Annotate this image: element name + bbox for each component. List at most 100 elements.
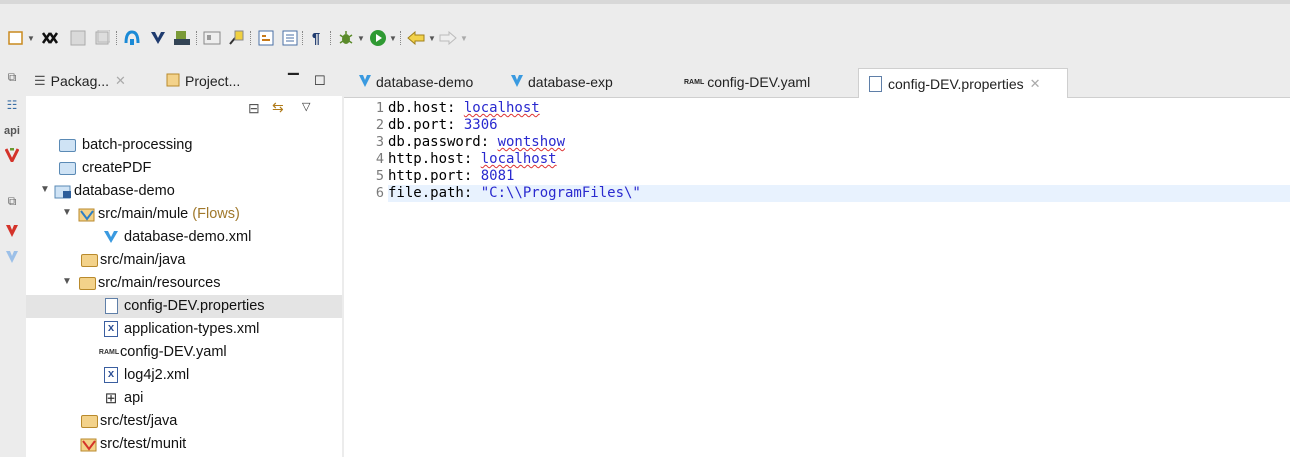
pilcrow-icon[interactable]: ¶: [306, 28, 326, 48]
tree-item-label: src/test/java: [100, 413, 178, 429]
code-text-area[interactable]: db.host: localhost db.port: 3306 db.pass…: [388, 98, 1290, 457]
code-line[interactable]: http.port: 8081: [388, 168, 1290, 185]
mule-blue-icon[interactable]: [3, 248, 21, 266]
debug-icon[interactable]: [336, 28, 356, 48]
code-line-current[interactable]: file.path: "C:\\ProgramFiles\": [388, 185, 1290, 202]
tree-item-label: config-DEV.yaml: [120, 344, 227, 360]
open-type-icon[interactable]: [226, 28, 246, 48]
tab-config-dev-properties[interactable]: config-DEV.properties ✕: [858, 68, 1068, 98]
folder-icon: [58, 160, 76, 176]
close-icon[interactable]: ✕: [1030, 76, 1041, 92]
tree-item[interactable]: ⊞ api: [26, 387, 342, 410]
minimize-icon[interactable]: ▔: [288, 68, 299, 94]
tree-item[interactable]: ▼ src/main/resources: [26, 272, 342, 295]
outline-icon[interactable]: [280, 28, 300, 48]
expand-triangle-icon[interactable]: ▼: [40, 184, 50, 195]
mule-palette-icon[interactable]: [3, 146, 21, 164]
tree-item-label: src/main/mule (Flows): [98, 206, 240, 222]
back-dropdown-caret[interactable]: ▼: [428, 34, 436, 43]
tree-item[interactable]: ▼ database-demo: [26, 180, 342, 203]
mule-red-icon[interactable]: [3, 222, 21, 240]
code-line[interactable]: db.port: 3306: [388, 117, 1290, 134]
tree-item-selected[interactable]: config-DEV.properties: [26, 295, 342, 318]
tree-item[interactable]: x application-types.xml: [26, 318, 342, 341]
tree-item[interactable]: RAML config-DEV.yaml: [26, 341, 342, 364]
collapse-all-icon[interactable]: ⊟: [248, 100, 260, 117]
properties-icon: [869, 75, 882, 93]
back-icon[interactable]: [406, 28, 426, 48]
tree-item-label: createPDF: [82, 160, 152, 176]
toolbar-separator: [250, 31, 251, 45]
project-icon: [54, 183, 72, 199]
hierarchy-icon[interactable]: ☷: [3, 96, 21, 114]
tree-item[interactable]: database-demo.xml: [26, 226, 342, 249]
property-value: 8081: [480, 168, 515, 184]
xml-file-icon: x: [102, 367, 120, 383]
tab-config-dev-yaml[interactable]: RAML config-DEV.yaml: [674, 68, 820, 96]
line-number: 4: [375, 151, 384, 167]
tree-item-label: log4j2.xml: [124, 367, 190, 383]
package-folder-icon: [78, 275, 96, 291]
close-icon[interactable]: ✕: [115, 73, 126, 89]
mule-icon[interactable]: [148, 28, 168, 48]
project-explorer-icon: [166, 73, 180, 90]
view-menu-icon[interactable]: ▽: [302, 100, 310, 113]
tab-project-explorer[interactable]: Project...: [166, 68, 240, 94]
forward-icon[interactable]: [438, 28, 458, 48]
save-all-icon[interactable]: [92, 28, 112, 48]
connect-icon[interactable]: [122, 28, 142, 48]
link-with-editor-icon[interactable]: ⇆: [272, 99, 284, 116]
tree-item-label: src/main/resources: [98, 275, 221, 291]
toolbar-separator: [330, 31, 331, 45]
expand-triangle-icon[interactable]: ▼: [62, 207, 72, 218]
line-number: 6: [375, 185, 384, 201]
property-value: "C:\\ProgramFiles\": [480, 185, 641, 201]
restore-icon[interactable]: ⧉: [3, 192, 21, 210]
toolbar-separator: [400, 31, 401, 45]
tree-item[interactable]: src/test/java: [26, 410, 342, 433]
tab-package-explorer[interactable]: ☰ Packag... ✕: [34, 68, 126, 94]
debug-dropdown-caret[interactable]: ▼: [357, 34, 365, 43]
run-dropdown-caret[interactable]: ▼: [389, 34, 397, 43]
tree-item[interactable]: ▼ src/main/mule (Flows): [26, 203, 342, 226]
new-icon[interactable]: [6, 28, 26, 48]
code-line[interactable]: db.host: localhost: [388, 100, 1290, 117]
raml-file-icon: RAML: [98, 348, 120, 356]
property-key: db.host:: [388, 100, 464, 116]
link-icon[interactable]: [40, 28, 60, 48]
tree-item-label: batch-processing: [82, 137, 193, 153]
forward-dropdown-caret[interactable]: ▼: [460, 34, 468, 43]
tab-database-demo[interactable]: database-demo: [348, 68, 483, 96]
new-dropdown-caret[interactable]: ▼: [27, 34, 35, 43]
tree-item[interactable]: src/test/munit: [26, 433, 342, 456]
code-line[interactable]: http.host: localhost: [388, 151, 1290, 168]
tree-item[interactable]: src/main/java: [26, 249, 342, 272]
mule-file-icon: [102, 229, 120, 245]
save-icon[interactable]: [68, 28, 88, 48]
expand-triangle-icon[interactable]: ▼: [62, 276, 72, 287]
folder-icon: [58, 137, 76, 153]
tab-database-exp[interactable]: database-exp: [500, 68, 623, 96]
package-explorer-panel: ☰ Packag... ✕ Project... ▔ ☐ ⊟ ⇆ ▽ batch…: [26, 62, 342, 457]
tree-item[interactable]: x log4j2.xml: [26, 364, 342, 387]
console-icon[interactable]: [202, 28, 222, 48]
code-line[interactable]: db.password: wontshow: [388, 134, 1290, 151]
api-folder-icon: ⊞: [104, 390, 118, 407]
maximize-icon[interactable]: ☐: [314, 68, 326, 94]
task-icon[interactable]: [256, 28, 276, 48]
tree-item[interactable]: batch-processing: [26, 134, 342, 157]
property-value: wontshow: [497, 134, 566, 150]
package-folder-icon: [80, 413, 98, 429]
line-number: 5: [375, 168, 384, 184]
run-icon[interactable]: [368, 28, 388, 48]
property-key: http.host:: [388, 151, 481, 167]
package-folder-icon: [80, 252, 98, 268]
api-label[interactable]: api: [3, 122, 21, 140]
xml-file-icon: x: [102, 321, 120, 337]
package-explorer-icon: ☰: [34, 73, 46, 88]
tree-item[interactable]: createPDF: [26, 157, 342, 180]
restore-icon[interactable]: ⧉: [3, 68, 21, 86]
tab-label: Packag...: [50, 73, 110, 89]
toolbar-separator: [196, 31, 197, 45]
deploy-icon[interactable]: [172, 28, 192, 48]
